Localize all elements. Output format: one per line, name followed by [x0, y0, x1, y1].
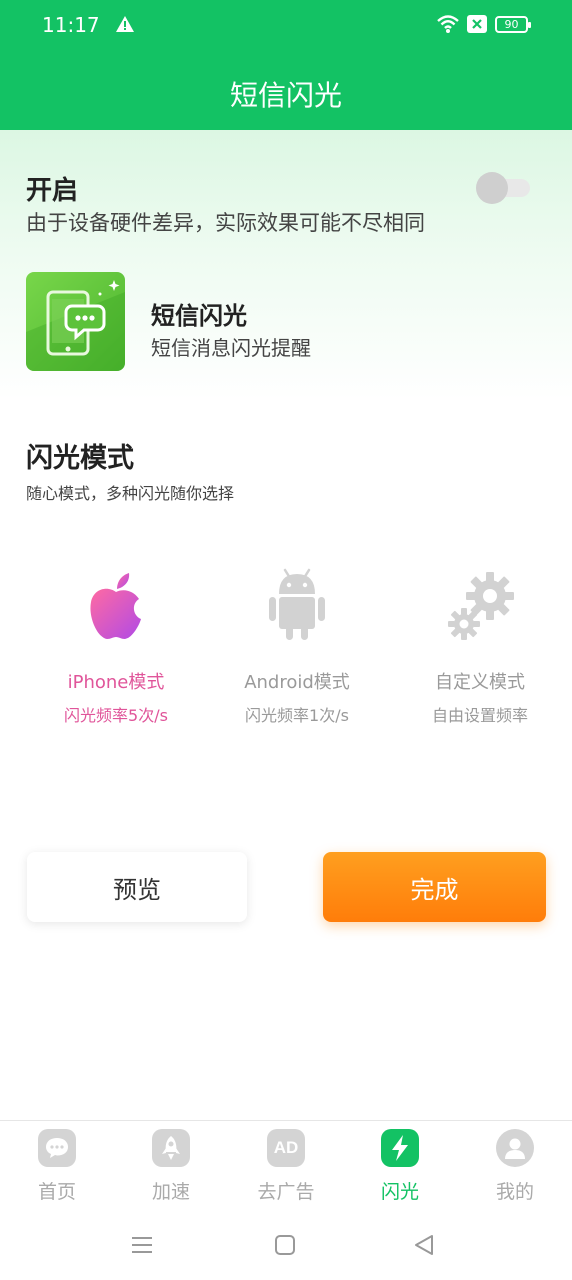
tab-mine-label: 我的 [495, 1181, 534, 1203]
tab-speed[interactable]: 加速 [131, 1129, 211, 1204]
lightning-icon [381, 1129, 419, 1167]
bottom-tab-bar: 首页 加速 AD 去广告 闪光 我的 [0, 1120, 572, 1212]
menu-icon[interactable] [131, 1234, 153, 1260]
sms-flash-icon [26, 272, 125, 371]
enable-description: 由于设备硬件差异，实际效果可能不尽相同 [26, 211, 425, 235]
enable-title: 开启 [26, 176, 79, 206]
tab-mine[interactable]: 我的 [475, 1129, 555, 1204]
ad-icon: AD [267, 1129, 305, 1167]
tab-flash-label: 闪光 [380, 1181, 419, 1203]
feature-name: 短信闪光 [151, 302, 247, 330]
tab-remove-ads[interactable]: AD 去广告 [246, 1129, 326, 1204]
toggle-knob [476, 172, 508, 204]
feature-description: 短信消息闪光提醒 [151, 336, 311, 360]
rocket-icon [152, 1129, 190, 1167]
title-bar: 短信闪光 [0, 52, 572, 130]
flash-mode-title: 闪光模式 [26, 443, 134, 474]
mode-custom-label: 自定义模式 [435, 672, 525, 693]
apple-icon [76, 566, 156, 646]
mode-custom[interactable]: 自定义模式 自由设置频率 [405, 566, 555, 726]
tab-speed-label: 加速 [151, 1181, 190, 1203]
home-icon[interactable] [274, 1234, 296, 1260]
gears-icon [440, 566, 520, 646]
done-button[interactable]: 完成 [323, 852, 546, 922]
mode-iphone[interactable]: iPhone模式 闪光频率5次/s [41, 566, 191, 726]
tab-flash[interactable]: 闪光 [360, 1129, 440, 1204]
android-icon [257, 566, 337, 646]
page-title: 短信闪光 [229, 79, 342, 112]
back-icon[interactable] [413, 1234, 435, 1260]
preview-button[interactable]: 预览 [27, 852, 247, 922]
system-nav-bar [0, 1212, 572, 1280]
flash-mode-description: 随心模式，多种闪光随你选择 [26, 484, 235, 503]
user-icon [496, 1129, 534, 1167]
mode-android[interactable]: Android模式 闪光频率1次/s [222, 566, 372, 726]
warning-icon [116, 16, 134, 36]
mode-iphone-label: iPhone模式 [67, 672, 165, 693]
battery-indicator: 90 [495, 16, 531, 33]
ad-icon-text: AD [273, 1138, 299, 1157]
tab-home[interactable]: 首页 [17, 1129, 97, 1204]
mode-custom-frequency: 自由设置频率 [431, 706, 528, 725]
tab-remove-ads-label: 去广告 [257, 1181, 315, 1203]
no-sim-icon [467, 15, 487, 37]
chat-icon [38, 1129, 76, 1167]
mode-android-label: Android模式 [244, 672, 350, 693]
mode-iphone-frequency: 闪光频率5次/s [64, 706, 168, 725]
wifi-icon [436, 14, 460, 38]
status-time: 11:17 [42, 13, 100, 37]
status-bar: 11:17 90 [0, 0, 572, 52]
mode-android-frequency: 闪光频率1次/s [245, 706, 349, 725]
tab-home-label: 首页 [37, 1181, 76, 1203]
enable-toggle[interactable] [476, 172, 530, 204]
